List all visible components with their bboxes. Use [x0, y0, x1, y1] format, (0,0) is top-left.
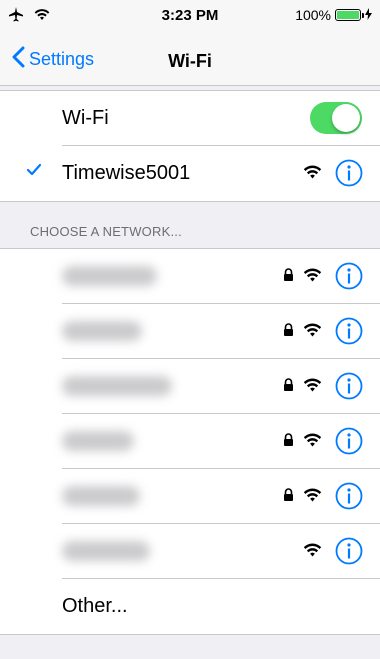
- connected-network-name: Timewise5001: [62, 162, 191, 184]
- network-name: [62, 321, 142, 341]
- charging-icon: [365, 7, 372, 23]
- network-row[interactable]: [0, 469, 380, 524]
- info-icon[interactable]: [334, 316, 364, 346]
- network-name: [62, 486, 140, 506]
- network-name: [62, 431, 134, 451]
- info-icon[interactable]: [334, 481, 364, 511]
- navigation-bar: Settings Wi-Fi: [0, 40, 380, 86]
- network-name: [62, 266, 157, 286]
- battery-percent: 100%: [295, 7, 331, 23]
- wifi-signal-icon: [303, 268, 322, 288]
- network-row[interactable]: [0, 249, 380, 304]
- network-row[interactable]: [0, 359, 380, 414]
- lock-icon: [283, 323, 294, 342]
- info-icon[interactable]: [334, 536, 364, 566]
- toggle-knob: [332, 104, 360, 132]
- wifi-signal-icon: [303, 488, 322, 508]
- section-header: CHOOSE A NETWORK...: [30, 224, 182, 239]
- wifi-signal-icon: [303, 323, 322, 343]
- network-row[interactable]: [0, 524, 380, 579]
- checkmark-icon: [26, 163, 42, 182]
- wifi-toggle-switch[interactable]: [310, 102, 362, 134]
- status-right: 100%: [295, 7, 372, 23]
- chevron-left-icon: [12, 46, 25, 73]
- network-row[interactable]: [0, 414, 380, 469]
- other-network-row[interactable]: Other...: [0, 579, 380, 634]
- network-name: [62, 376, 172, 396]
- wifi-signal-icon: [303, 433, 322, 453]
- lock-icon: [283, 433, 294, 452]
- info-icon[interactable]: [334, 371, 364, 401]
- wifi-signal-icon: [303, 543, 322, 563]
- lock-icon: [283, 488, 294, 507]
- network-name: [62, 541, 150, 561]
- wifi-signal-icon: [303, 378, 322, 398]
- back-button[interactable]: Settings: [12, 46, 94, 73]
- network-list: Other...: [0, 248, 380, 635]
- lock-icon: [283, 378, 294, 397]
- network-row[interactable]: [0, 304, 380, 359]
- wifi-signal-icon: [303, 165, 322, 185]
- other-network-label: Other...: [62, 595, 128, 617]
- battery-icon: [335, 9, 364, 21]
- wifi-toggle-row: Wi-Fi: [0, 91, 380, 146]
- back-button-label: Settings: [29, 49, 95, 69]
- connected-network-row[interactable]: Timewise5001: [0, 146, 380, 201]
- lock-icon: [283, 268, 294, 287]
- info-icon[interactable]: [334, 426, 364, 456]
- wifi-toggle-label: Wi-Fi: [62, 107, 109, 129]
- info-icon[interactable]: [334, 158, 364, 188]
- status-bar: 3:23 PM 100%: [0, 0, 380, 40]
- wifi-group: Wi-Fi Timewise5001: [0, 90, 380, 202]
- info-icon[interactable]: [334, 261, 364, 291]
